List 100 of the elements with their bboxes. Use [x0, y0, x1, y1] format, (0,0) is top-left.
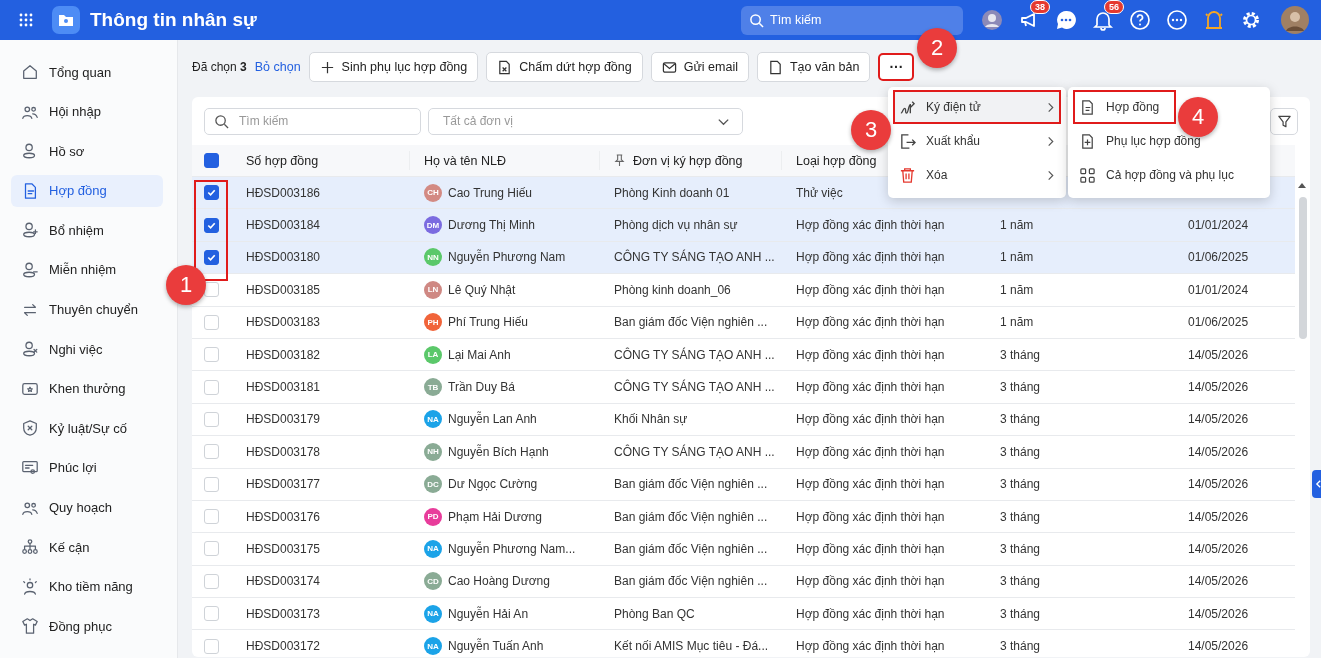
table-cell: Khối Nhân sự — [614, 412, 688, 427]
app-title: Thông tin nhân sự — [90, 9, 257, 31]
table-cell: HĐSD003182 — [246, 347, 321, 362]
unit-dropdown[interactable]: Tất cả đơn vị — [428, 107, 743, 135]
collapse-tab[interactable] — [1312, 470, 1321, 498]
initials-avatar: DC — [424, 475, 442, 494]
table-cell: HĐSD003185 — [246, 282, 321, 297]
table-cell: 14/05/2026 — [1188, 412, 1249, 427]
check-icon — [206, 187, 217, 199]
menu-item[interactable]: Ký điện tử — [893, 90, 1061, 124]
menu-item[interactable]: Xuất khẩu — [893, 124, 1061, 158]
sidebar-item[interactable]: Tổng quan — [11, 56, 163, 88]
toolbar-button[interactable]: Sinh phụ lục hợp đồng — [308, 52, 479, 82]
table-cell: 14/05/2026 — [1188, 542, 1249, 556]
row-checkbox[interactable] — [204, 185, 219, 201]
apps-grid-icon[interactable] — [19, 13, 33, 27]
notification-badge: 38 — [1030, 0, 1050, 14]
clear-selection-link[interactable]: Bỏ chọn — [254, 60, 301, 74]
sidebar-item[interactable]: Kho tiềm năng — [11, 570, 163, 603]
sidebar-item[interactable]: Kỷ luật/Sự cố — [11, 412, 163, 445]
more-icon[interactable] — [1166, 9, 1188, 31]
table-cell: Phòng Kinh doanh 01 — [614, 185, 730, 200]
sidebar-item[interactable]: Bổ nhiệm — [11, 214, 163, 247]
chevron-right-icon — [1046, 135, 1055, 147]
row-checkbox[interactable] — [204, 249, 219, 265]
table-cell: Ban giám đốc Viện nghiên ... — [614, 574, 768, 589]
help-icon[interactable] — [1129, 9, 1151, 31]
table-cell: HĐSD003179 — [246, 412, 321, 427]
toolbar-button[interactable]: Gửi email — [650, 52, 749, 82]
column-header[interactable]: Đơn vị ký hợp đồng — [633, 153, 743, 168]
search-field[interactable]: Tìm kiếm — [204, 107, 421, 135]
shirt-icon — [21, 617, 39, 636]
pin-icon[interactable] — [614, 154, 625, 167]
table-cell: HĐSD003178 — [246, 444, 321, 459]
initials-avatar: LA — [424, 345, 442, 364]
column-header[interactable]: Loại hợp đồng — [796, 153, 877, 168]
table-cell: Cao Hoàng Dương — [448, 574, 550, 589]
table-cell: HĐSD003173 — [246, 606, 321, 621]
table-cell: CÔNG TY SÁNG TẠO ANH ... — [614, 250, 775, 265]
sidebar-item[interactable]: Nghi việc — [11, 333, 163, 366]
toolbar-button[interactable]: Chấm dứt hợp đồng — [486, 52, 643, 82]
table-cell: HĐSD003186 — [246, 185, 321, 200]
menu-item[interactable]: Xóa — [893, 158, 1061, 192]
table-cell: HĐSD003180 — [246, 250, 321, 265]
person-minus-icon — [21, 260, 39, 279]
user-avatar[interactable] — [1281, 6, 1309, 34]
initials-avatar: NA — [424, 637, 442, 656]
table-cell: 14/05/2026 — [1188, 639, 1249, 654]
table-cell: 3 tháng — [1000, 574, 1041, 589]
table-cell: Phí Trung Hiếu — [448, 315, 529, 330]
document-plus-icon — [1079, 132, 1096, 150]
initials-avatar: NH — [424, 442, 442, 461]
table-cell: Ban giám đốc Viện nghiên ... — [614, 477, 768, 492]
sidebar-item[interactable]: Quy hoạch — [11, 491, 163, 524]
sidebar-item[interactable]: Hồ sơ — [11, 135, 163, 168]
table-cell: 14/05/2026 — [1188, 347, 1249, 362]
menu-item[interactable]: Hợp đồng — [1073, 90, 1176, 124]
table-cell: Hợp đồng xác định thời hạn — [796, 218, 945, 233]
sidebar-item[interactable]: Thuyên chuyển — [11, 293, 163, 326]
table-cell: HĐSD003176 — [246, 509, 321, 524]
column-header[interactable]: Họ và tên NLĐ — [424, 153, 506, 168]
table-cell: 1 năm — [1000, 250, 1034, 265]
filter-icon — [1276, 113, 1292, 129]
select-all-checkbox[interactable] — [204, 153, 219, 168]
export-icon — [899, 132, 916, 150]
column-header[interactable]: Số hợp đồng — [246, 153, 319, 168]
more-button[interactable]: ··· — [878, 53, 915, 81]
monitor-icon — [21, 458, 39, 477]
search-field[interactable]: Tìm kiếm — [741, 5, 963, 35]
settings-icon[interactable] — [1240, 9, 1262, 31]
sidebar-item[interactable]: Phúc lợi — [11, 451, 163, 484]
table-cell: Nguyễn Bích Hạnh — [448, 444, 549, 459]
filter-button[interactable] — [1270, 107, 1298, 135]
table-cell: Dương Thị Minh — [448, 218, 536, 233]
sidebar-item[interactable]: Đồng phục — [11, 610, 163, 643]
table-cell: CÔNG TY SÁNG TẠO ANH ... — [614, 347, 775, 362]
sidebar-item[interactable]: Hợp đồng — [11, 174, 163, 207]
search-icon — [214, 113, 229, 129]
table-cell: HĐSD003172 — [246, 639, 321, 654]
step-number-marker: 2 — [917, 28, 957, 68]
sidebar-item[interactable]: Khen thưởng — [11, 372, 163, 405]
table-cell: 3 tháng — [1000, 380, 1041, 395]
bell-icon[interactable] — [1092, 9, 1114, 31]
table-cell: Hợp đồng xác định thời hạn — [796, 444, 945, 459]
document-icon — [1079, 98, 1096, 116]
chat-icon[interactable] — [1055, 9, 1077, 31]
sidebar-item[interactable]: Hội nhập — [11, 95, 163, 128]
person-x-icon — [21, 340, 39, 359]
table-cell: 01/01/2024 — [1188, 218, 1249, 233]
table-cell: Cao Trung Hiếu — [448, 185, 533, 200]
row-checkbox[interactable] — [204, 217, 219, 233]
table-cell: 14/05/2026 — [1188, 574, 1249, 589]
sidebar-item[interactable]: Kế cận — [11, 531, 163, 564]
toolbar-button[interactable]: Tạo văn bản — [756, 52, 871, 82]
menu-item[interactable]: Cả hợp đồng và phụ lục — [1073, 158, 1265, 192]
sidebar-item[interactable]: Miễn nhiệm — [11, 253, 163, 286]
table-cell: Dư Ngọc Cường — [448, 477, 538, 492]
table-cell: Hợp đồng xác định thời hạn — [796, 412, 945, 427]
initials-avatar: TB — [424, 378, 442, 397]
initials-avatar: CH — [424, 183, 442, 202]
